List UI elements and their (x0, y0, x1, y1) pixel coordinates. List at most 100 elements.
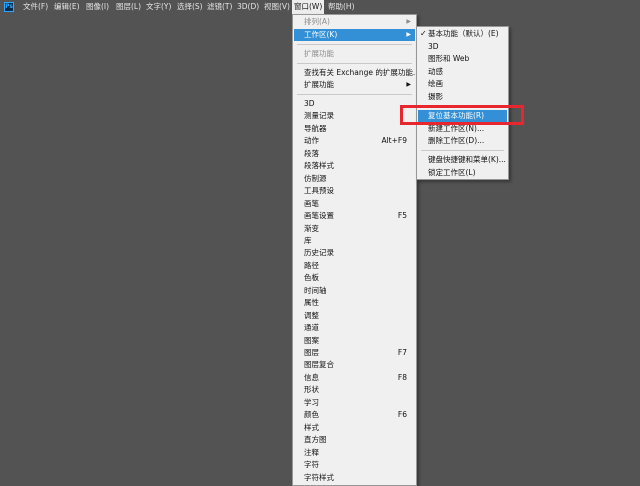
panel-item[interactable]: 学习 (294, 397, 415, 409)
menu-separator (297, 63, 412, 64)
menu-separator (297, 94, 412, 95)
menu-file[interactable]: 文件(F) (21, 0, 50, 14)
panel-item[interactable]: 属性 (294, 297, 415, 309)
menu-item-extensions[interactable]: 扩展功能 ▶ (294, 79, 415, 91)
panel-item-label: 图层 (304, 348, 319, 357)
panel-item[interactable]: 调整 (294, 310, 415, 322)
menu-item-arrange[interactable]: 排列(A) ▶ (294, 16, 415, 28)
panel-item-label: 色板 (304, 273, 319, 283)
panel-item[interactable]: 渐变 (294, 223, 415, 235)
panel-item[interactable]: 动作 Alt+F9 (294, 135, 415, 147)
menu-filter[interactable]: 滤镜(T) (205, 0, 234, 14)
panel-item[interactable]: 3D (294, 98, 415, 110)
menu-view[interactable]: 视图(V) (262, 0, 292, 14)
menu-layer[interactable]: 图层(L) (114, 0, 143, 14)
panel-item-label: 直方图 (304, 435, 327, 445)
panel-item-label: 画笔 (304, 198, 319, 208)
panel-item-label: 时间轴 (304, 285, 327, 295)
panel-item[interactable]: 色板 (294, 272, 415, 284)
panel-item[interactable]: 历史记录 (294, 247, 415, 259)
panel-item-label: 工具预设 (304, 186, 334, 196)
menu-image[interactable]: 图像(I) (84, 0, 111, 14)
submenu-arrow-icon: ▶ (406, 18, 411, 25)
shortcut-label: F8 (397, 372, 407, 382)
panel-item[interactable]: 仿制源 (294, 173, 415, 185)
panel-item-label: 路径 (304, 260, 319, 270)
menu-type[interactable]: 文字(Y) (144, 0, 173, 14)
window-menu-dropdown: 排列(A) ▶ 工作区(K) ▶ 扩展功能 查找有关 Exchange 的扩展功… (292, 14, 420, 486)
shortcut-label: F6 (397, 410, 407, 420)
panel-item-label: 注释 (304, 447, 319, 457)
panel-item[interactable]: 工具预设 (294, 185, 415, 197)
panel-item-label: 段落样式 (304, 161, 334, 171)
panel-item-label: 历史记录 (304, 248, 334, 258)
panel-item-label: 动作 (304, 136, 319, 146)
panel-item-label: 画笔设置 (304, 211, 334, 221)
panel-item[interactable]: 样式 (294, 422, 415, 434)
submenu-arrow-icon: ▶ (406, 81, 411, 88)
panel-item[interactable]: 测量记录 (294, 110, 415, 122)
panel-item-label: 字符 (304, 460, 319, 470)
panel-item-label: 仿制源 (304, 173, 327, 183)
menu-3d[interactable]: 3D(D) (235, 0, 261, 14)
workspace-motion[interactable]: 动感 (418, 66, 507, 78)
shortcut-label: Alt+F9 (381, 136, 407, 146)
panel-item[interactable]: 通道 (294, 322, 415, 334)
menu-help[interactable]: 帮助(H) (326, 0, 357, 14)
panel-item-label: 库 (304, 235, 312, 245)
panel-item[interactable]: 图案 (294, 335, 415, 347)
photoshop-logo-icon[interactable]: Ps (4, 2, 14, 12)
panel-item[interactable]: 路径 (294, 260, 415, 272)
menu-item-workspace[interactable]: 工作区(K) ▶ (294, 29, 415, 42)
annotation-highlight-box (400, 105, 524, 125)
menu-bar: Ps 文件(F) 编辑(E) 图像(I) 图层(L) 文字(Y) 选择(S) 滤… (0, 0, 640, 14)
panel-item-label: 字符样式 (304, 472, 334, 482)
panel-item-label: 测量记录 (304, 111, 334, 121)
panel-item[interactable]: 注释 (294, 447, 415, 459)
menu-edit[interactable]: 编辑(E) (52, 0, 82, 14)
submenu-arrow-icon: ▶ (406, 31, 411, 38)
panel-item[interactable]: 颜色 F6 (294, 409, 415, 421)
menu-separator (297, 44, 412, 45)
panel-item-label: 通道 (304, 323, 319, 333)
shortcut-label: F5 (397, 211, 407, 221)
panel-item-label: 信息 (304, 372, 319, 382)
keyboard-shortcuts-item[interactable]: 键盘快捷键和菜单(K)... (418, 154, 507, 166)
lock-workspace-item[interactable]: 锁定工作区(L) (418, 167, 507, 179)
menu-window[interactable]: 窗口(W) (292, 0, 325, 14)
workspace-photography[interactable]: 摄影 (418, 91, 507, 103)
panel-item[interactable]: 画笔设置 F5 (294, 210, 415, 222)
panel-item[interactable]: 导航器 (294, 123, 415, 135)
delete-workspace-item[interactable]: 删除工作区(D)... (418, 135, 507, 147)
workspace-submenu: ✓ 基本功能（默认）(E) 3D 图形和 Web 动感 绘画 摄影 复位基本功能… (416, 26, 509, 180)
workspace-graphic-web[interactable]: 图形和 Web (418, 53, 507, 65)
workspace-3d[interactable]: 3D (418, 41, 507, 53)
panel-item-label: 段落 (304, 148, 319, 158)
panel-item-label: 图层复合 (304, 360, 334, 370)
panel-item[interactable]: 段落样式 (294, 160, 415, 172)
checkmark-icon: ✓ (420, 29, 427, 38)
panel-item[interactable]: 字符 (294, 459, 415, 471)
menu-select[interactable]: 选择(S) (175, 0, 205, 14)
panel-item-label: 学习 (304, 397, 319, 407)
panel-item[interactable]: 形状 (294, 384, 415, 396)
panel-item[interactable]: 直方图 (294, 434, 415, 446)
panel-item[interactable]: 时间轴 (294, 285, 415, 297)
panel-item[interactable]: 字符样式 (294, 472, 415, 484)
workspace-painting[interactable]: 绘画 (418, 78, 507, 90)
panel-item-label: 形状 (304, 385, 319, 395)
menu-item-find-extensions[interactable]: 查找有关 Exchange 的扩展功能... (294, 67, 420, 79)
panel-item[interactable]: 段落 (294, 148, 415, 160)
panel-item-label: 颜色 (304, 410, 319, 420)
workspace-essentials[interactable]: ✓ 基本功能（默认）(E) (418, 28, 507, 40)
panel-item-label: 调整 (304, 310, 319, 320)
panel-item-label: 属性 (304, 298, 319, 308)
panel-item[interactable]: 画笔 (294, 198, 415, 210)
panel-item[interactable]: 图层复合 (294, 359, 415, 371)
panel-item[interactable]: 图层 F7 (294, 347, 415, 359)
menu-item-extensions-header: 扩展功能 (304, 49, 334, 58)
panel-item-label: 样式 (304, 422, 319, 432)
panel-item[interactable]: 信息 F8 (294, 372, 415, 384)
panel-item-label: 3D (304, 99, 315, 108)
panel-item[interactable]: 库 (294, 235, 415, 247)
